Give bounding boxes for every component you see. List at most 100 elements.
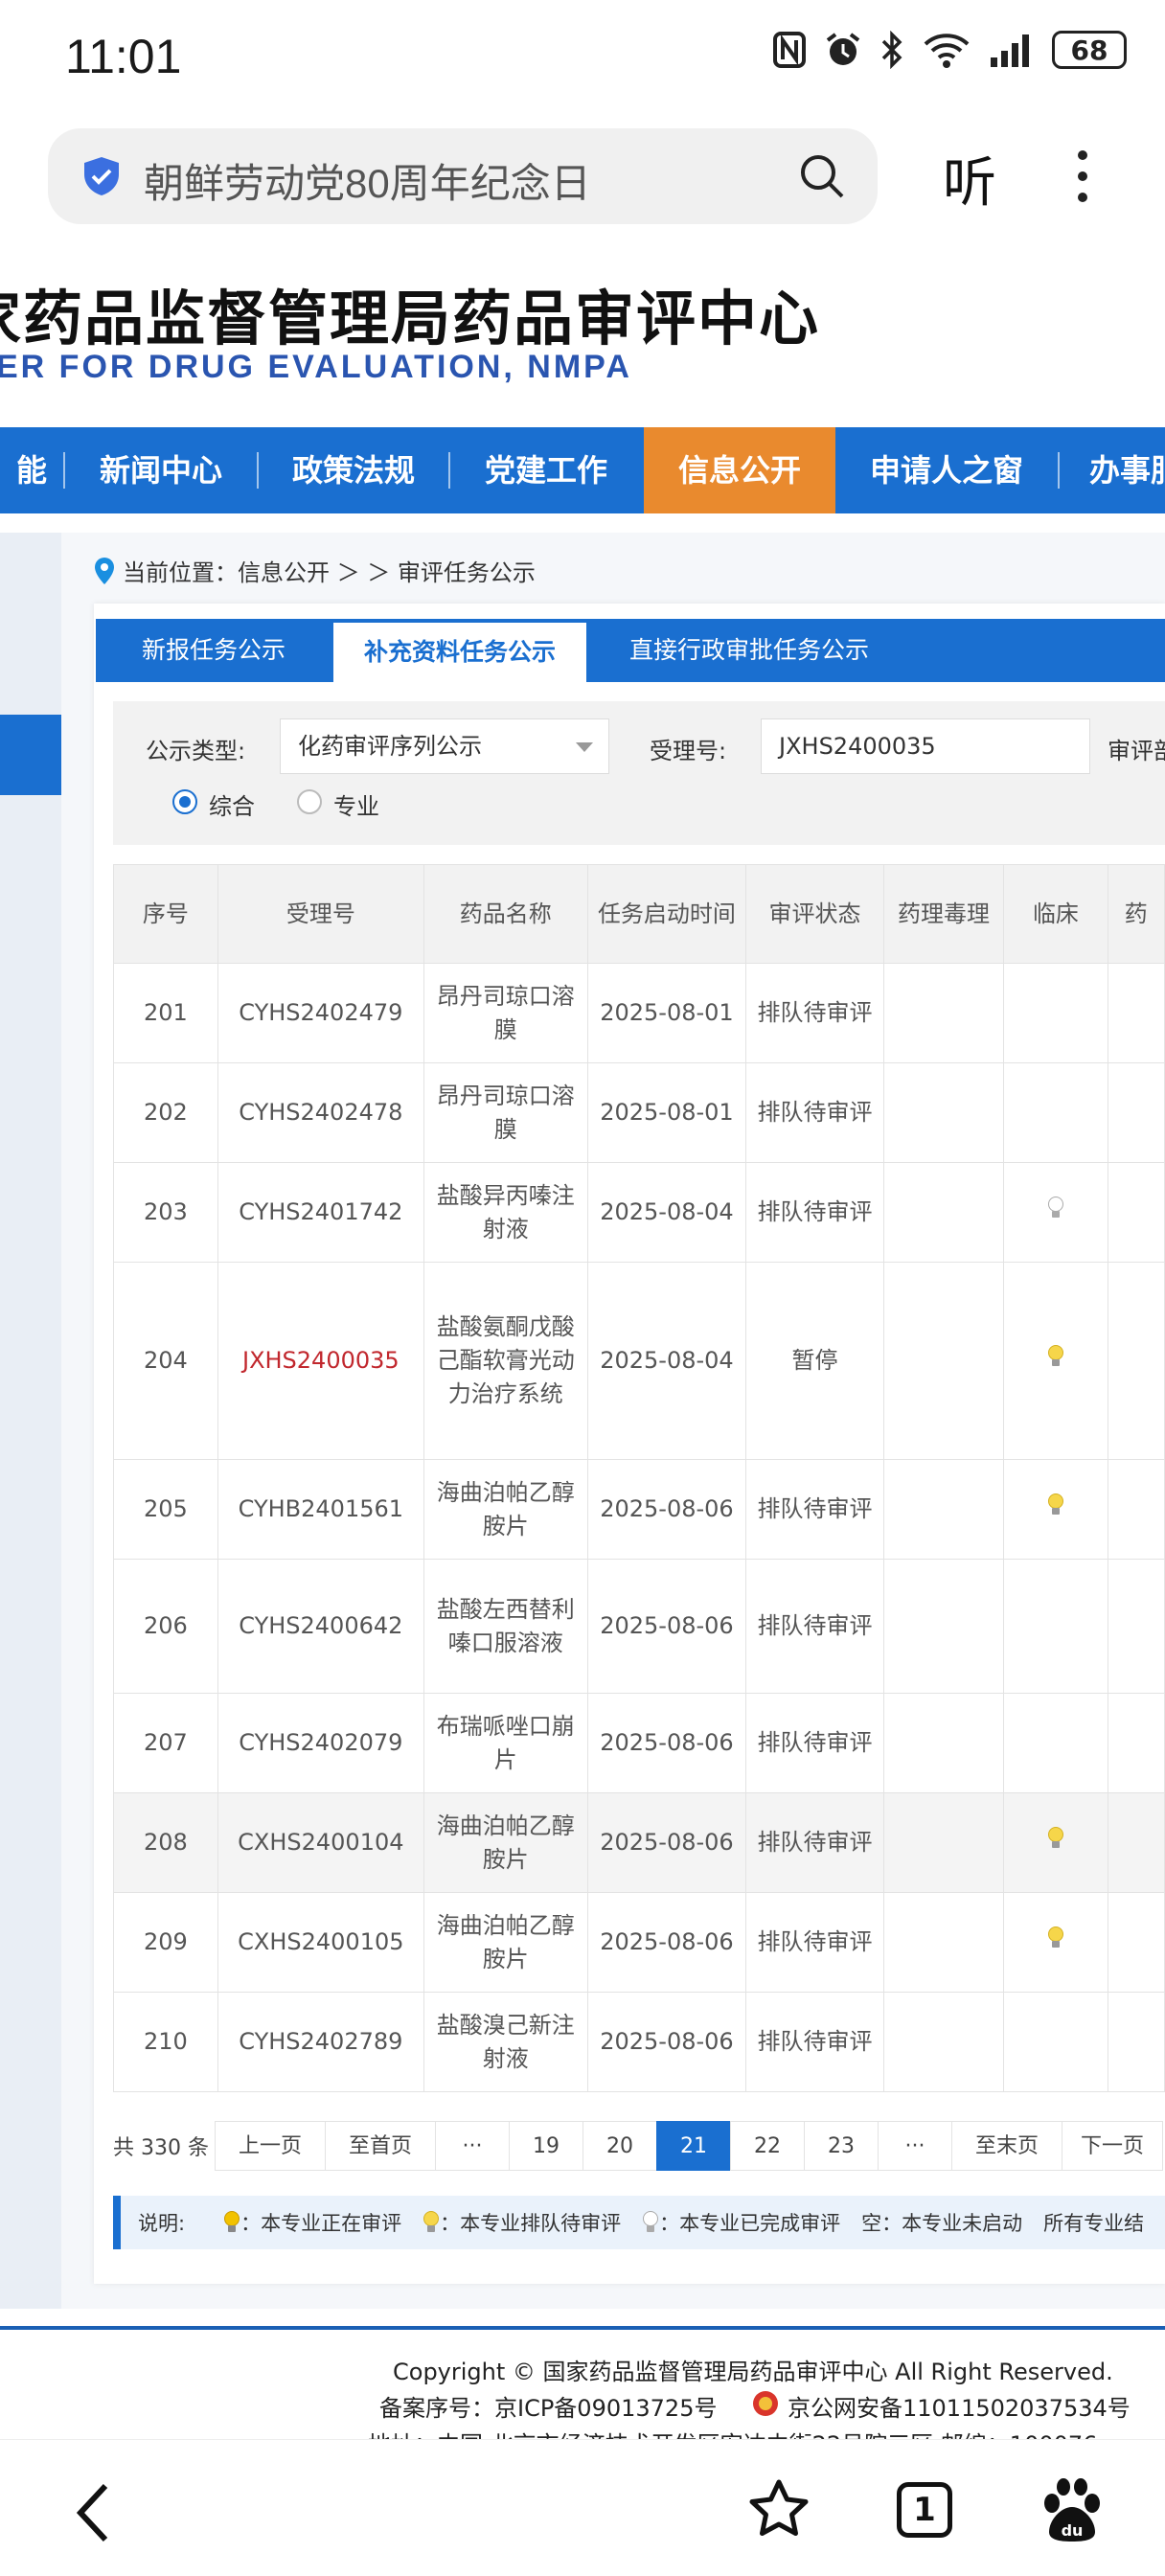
cell-clinical bbox=[1003, 1459, 1108, 1560]
cell-clinical bbox=[1003, 1062, 1108, 1163]
nav-item-news[interactable]: 新闻中心 bbox=[65, 427, 257, 513]
bluetooth-icon bbox=[881, 31, 902, 69]
browser-search-bar[interactable]: 朝鲜劳动党80周年纪念日 bbox=[48, 128, 878, 224]
cell-no: 205 bbox=[113, 1459, 218, 1560]
page-19-button[interactable]: 19 bbox=[509, 2121, 583, 2171]
review-dept-label: 审评部 bbox=[1108, 738, 1165, 764]
radio-all[interactable] bbox=[172, 789, 197, 814]
baidu-paw-icon[interactable]: du bbox=[1040, 2476, 1104, 2543]
table-row: 206 CYHS2400642 盐酸左西替利嗪口服溶液 2025-08-06 排队待审评 bbox=[113, 1559, 1165, 1694]
filter-panel: 公示类型: 化药审评序列公示 受理号: JXHS2400035 审评部 综合 专… bbox=[113, 701, 1165, 845]
nav-item-applicant[interactable]: 申请人之窗 bbox=[835, 427, 1058, 513]
search-icon[interactable] bbox=[797, 151, 847, 201]
cell-clinical bbox=[1003, 1262, 1108, 1460]
bulb-done-icon bbox=[643, 2211, 659, 2232]
cell-start-time: 2025-08-06 bbox=[586, 1693, 747, 1793]
page-23-button[interactable]: 23 bbox=[804, 2121, 879, 2171]
footer-icp[interactable]: 备案序号：京ICP备09013725号 bbox=[379, 2389, 717, 2423]
cell-pharmacology bbox=[882, 1062, 1005, 1163]
tab-new-tasks[interactable]: 新报任务公示 bbox=[96, 619, 331, 682]
last-page-button[interactable]: 至末页 bbox=[951, 2121, 1062, 2171]
more-menu-icon[interactable] bbox=[1077, 148, 1088, 205]
footer-police[interactable]: 京公网安备11011502037534号 bbox=[788, 2389, 1131, 2423]
col-header-no: 序号 bbox=[113, 864, 218, 964]
side-panel-active-item[interactable] bbox=[0, 715, 61, 795]
cell-accept-no[interactable]: CXHS2400104 bbox=[217, 1792, 424, 1893]
tab-supplement-tasks[interactable]: 补充资料任务公示 bbox=[333, 623, 586, 682]
first-page-button[interactable]: 至首页 bbox=[325, 2121, 436, 2171]
cell-accept-no[interactable]: CYHS2402478 bbox=[217, 1062, 424, 1163]
cell-pharmacy bbox=[1107, 1559, 1165, 1694]
listen-button[interactable]: 听 bbox=[943, 140, 996, 217]
page-21-button[interactable]: 21 bbox=[656, 2121, 731, 2171]
cell-accept-no[interactable]: CYHS2402079 bbox=[217, 1693, 424, 1793]
site-subtitle: ER FOR DRUG EVALUATION, NMPA bbox=[0, 349, 632, 385]
cell-clinical bbox=[1003, 1892, 1108, 1993]
prev-page-button[interactable]: 上一页 bbox=[215, 2121, 326, 2171]
cell-accept-no[interactable]: JXHS2400035 bbox=[217, 1262, 424, 1460]
chevron-down-icon bbox=[576, 742, 593, 752]
cell-drug-name: 盐酸溴己新注射液 bbox=[423, 1992, 588, 2092]
type-select[interactable]: 化药审评序列公示 bbox=[280, 718, 609, 774]
task-tabs: 新报任务公示 补充资料任务公示 直接行政审批任务公示 bbox=[96, 619, 1165, 682]
cell-start-time: 2025-08-06 bbox=[586, 1992, 747, 2092]
cell-pharmacology bbox=[882, 1792, 1005, 1893]
cell-accept-no[interactable]: CYHS2400642 bbox=[217, 1559, 424, 1694]
page-20-button[interactable]: 20 bbox=[582, 2121, 657, 2171]
tabs-count-button[interactable]: 1 bbox=[897, 2482, 952, 2538]
nav-item-service[interactable]: 办事服 bbox=[1063, 427, 1165, 513]
nav-item-party[interactable]: 党建工作 bbox=[450, 427, 642, 513]
cell-start-time: 2025-08-06 bbox=[586, 1459, 747, 1560]
back-icon[interactable] bbox=[73, 2482, 111, 2543]
cell-start-time: 2025-08-01 bbox=[586, 963, 747, 1063]
cell-start-time: 2025-08-06 bbox=[586, 1892, 747, 1993]
col-header-accept-no: 受理号 bbox=[217, 864, 424, 964]
cell-pharmacology bbox=[882, 1262, 1005, 1460]
radio-specialty[interactable] bbox=[297, 789, 322, 814]
cell-drug-name: 盐酸异丙嗪注射液 bbox=[423, 1162, 588, 1263]
legend-all: 所有专业结 bbox=[1043, 2212, 1145, 2235]
cell-pharmacy bbox=[1107, 1162, 1165, 1263]
nav-item-0[interactable]: 能 bbox=[0, 427, 63, 513]
battery-indicator: 68 bbox=[1052, 31, 1127, 69]
cell-clinical bbox=[1003, 1792, 1108, 1893]
side-panel bbox=[0, 533, 61, 2309]
cell-pharmacy bbox=[1107, 1062, 1165, 1163]
cell-status: 排队待审评 bbox=[745, 1693, 884, 1793]
cell-drug-name: 海曲泊帕乙醇胺片 bbox=[423, 1892, 588, 1993]
police-badge-icon bbox=[753, 2391, 778, 2416]
tab-direct-approval-tasks[interactable]: 直接行政审批任务公示 bbox=[586, 619, 912, 682]
nfc-icon bbox=[773, 32, 806, 68]
next-page-button[interactable]: 下一页 bbox=[1062, 2121, 1163, 2171]
cell-accept-no[interactable]: CYHB2401561 bbox=[217, 1459, 424, 1560]
search-query-text: 朝鲜劳动党80周年纪念日 bbox=[144, 161, 591, 206]
bulb-queued-icon bbox=[1047, 1926, 1063, 1948]
nav-item-info-public[interactable]: 信息公开 bbox=[644, 427, 835, 513]
page-22-button[interactable]: 22 bbox=[730, 2121, 805, 2171]
pagination-total: 共 330 条 bbox=[113, 2136, 209, 2160]
table-row: 202 CYHS2402478 昂丹司琼口溶膜 2025-08-01 排队待审评 bbox=[113, 1062, 1165, 1163]
table-row: 204 JXHS2400035 盐酸氨酮戊酸己酯软膏光动力治疗系统 2025-08-0… bbox=[113, 1262, 1165, 1460]
cell-status: 排队待审评 bbox=[745, 1792, 884, 1893]
nav-item-policy[interactable]: 政策法规 bbox=[259, 427, 448, 513]
cell-no: 207 bbox=[113, 1693, 218, 1793]
cell-pharmacy bbox=[1107, 1262, 1165, 1460]
star-icon[interactable] bbox=[747, 2478, 811, 2540]
cell-no: 203 bbox=[113, 1162, 218, 1263]
cell-accept-no[interactable]: CYHS2401742 bbox=[217, 1162, 424, 1263]
cell-accept-no[interactable]: CYHS2402479 bbox=[217, 963, 424, 1063]
table-row: 201 CYHS2402479 昂丹司琼口溶膜 2025-08-01 排队待审评 bbox=[113, 963, 1165, 1063]
cell-accept-no[interactable]: CXHS2400105 bbox=[217, 1892, 424, 1993]
legend-done: ：本专业已完成审评 bbox=[659, 2212, 841, 2235]
status-bar: 11:01 68 bbox=[0, 0, 1165, 117]
cell-pharmacology bbox=[882, 1559, 1005, 1694]
cell-no: 204 bbox=[113, 1262, 218, 1460]
cell-no: 202 bbox=[113, 1062, 218, 1163]
cell-start-time: 2025-08-01 bbox=[586, 1062, 747, 1163]
cell-status: 暂停 bbox=[745, 1262, 884, 1460]
legend-queued: ：本专业排队待审评 bbox=[440, 2212, 622, 2235]
bulb-queued-icon bbox=[423, 2211, 440, 2232]
accept-no-input[interactable]: JXHS2400035 bbox=[761, 718, 1090, 774]
cell-clinical bbox=[1003, 1162, 1108, 1263]
cell-accept-no[interactable]: CYHS2402789 bbox=[217, 1992, 424, 2092]
